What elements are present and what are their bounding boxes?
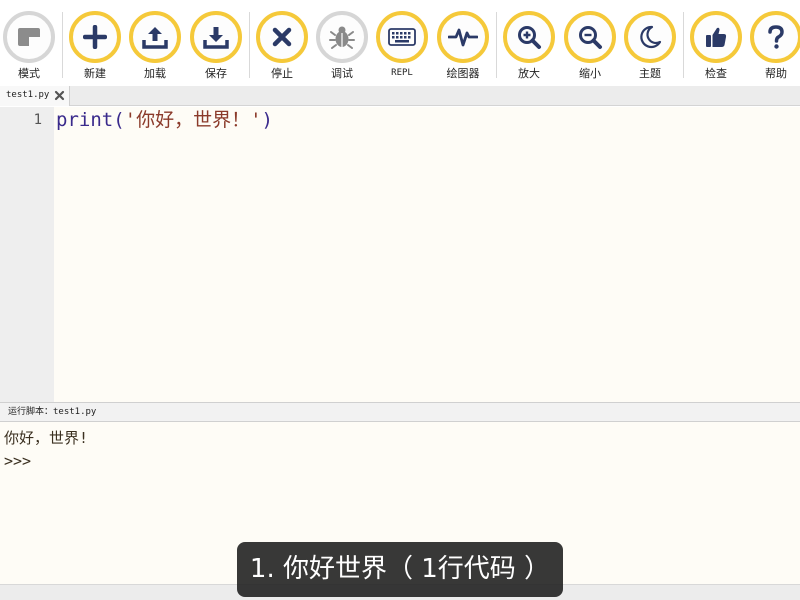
code-line[interactable]: print('你好，世界！') — [56, 108, 273, 132]
zoom-in-label: 放大 — [518, 67, 540, 80]
pulse-icon — [437, 11, 489, 63]
repl-header: 运行脚本：test1.py — [0, 402, 800, 422]
save-label: 保存 — [205, 67, 227, 80]
question-icon — [750, 11, 800, 63]
video-caption: 1. 你好世界（ 1行代码 ） — [237, 542, 563, 597]
plotter-button[interactable]: 绘图器 — [435, 10, 491, 84]
check-label: 检查 — [705, 67, 727, 80]
check-button[interactable]: 检查 — [688, 10, 744, 84]
stop-label: 停止 — [271, 67, 293, 80]
download-icon — [190, 11, 242, 63]
save-button[interactable]: 保存 — [188, 10, 244, 84]
close-tab-icon[interactable] — [54, 90, 65, 101]
tab-test1[interactable]: test1.py — [0, 86, 70, 106]
new-label: 新建 — [84, 67, 106, 80]
tab-label: test1.py — [6, 90, 50, 100]
mode-icon — [3, 11, 55, 63]
keyboard-icon — [376, 11, 428, 63]
stop-button[interactable]: 停止 — [254, 10, 310, 84]
repl-prompt[interactable]: >>> — [4, 452, 31, 470]
code-function: print — [56, 109, 114, 131]
debug-label: 调试 — [331, 67, 353, 80]
debug-button[interactable]: 调试 — [314, 10, 370, 84]
new-button[interactable]: 新建 — [67, 10, 123, 84]
close-icon — [256, 11, 308, 63]
plus-icon — [69, 11, 121, 63]
code-paren-open: ( — [113, 109, 125, 131]
line-number-gutter: 1 — [0, 107, 54, 402]
toolbar: 模式 新建 加载 保存 停止 调试 REPL 绘图器 放大 缩小 主题 检查 帮… — [0, 0, 800, 86]
help-button[interactable]: 帮助 — [748, 10, 800, 84]
code-editor[interactable]: 1 print('你好，世界！') — [0, 107, 800, 402]
repl-output-line: 你好，世界! — [4, 429, 89, 447]
help-label: 帮助 — [765, 67, 787, 80]
moon-icon — [624, 11, 676, 63]
thumbs-up-icon — [690, 11, 742, 63]
code-paren-close: ) — [261, 109, 273, 131]
code-string: '你好，世界！' — [124, 109, 262, 131]
line-number: 1 — [33, 112, 42, 128]
tab-bar: test1.py — [0, 86, 800, 106]
repl-label: REPL — [391, 68, 413, 78]
bug-icon — [316, 11, 368, 63]
zoom-out-label: 缩小 — [579, 67, 601, 80]
load-button[interactable]: 加载 — [127, 10, 183, 84]
upload-icon — [129, 11, 181, 63]
zoom-in-button[interactable]: 放大 — [501, 10, 557, 84]
mode-button[interactable]: 模式 — [1, 10, 57, 84]
zoom-out-icon — [564, 11, 616, 63]
zoom-in-icon — [503, 11, 555, 63]
load-label: 加载 — [144, 67, 166, 80]
plotter-label: 绘图器 — [446, 67, 480, 80]
mode-label: 模式 — [18, 67, 40, 80]
zoom-out-button[interactable]: 缩小 — [562, 10, 618, 84]
theme-label: 主题 — [639, 67, 661, 80]
theme-button[interactable]: 主题 — [622, 10, 678, 84]
repl-button[interactable]: REPL — [374, 10, 430, 84]
